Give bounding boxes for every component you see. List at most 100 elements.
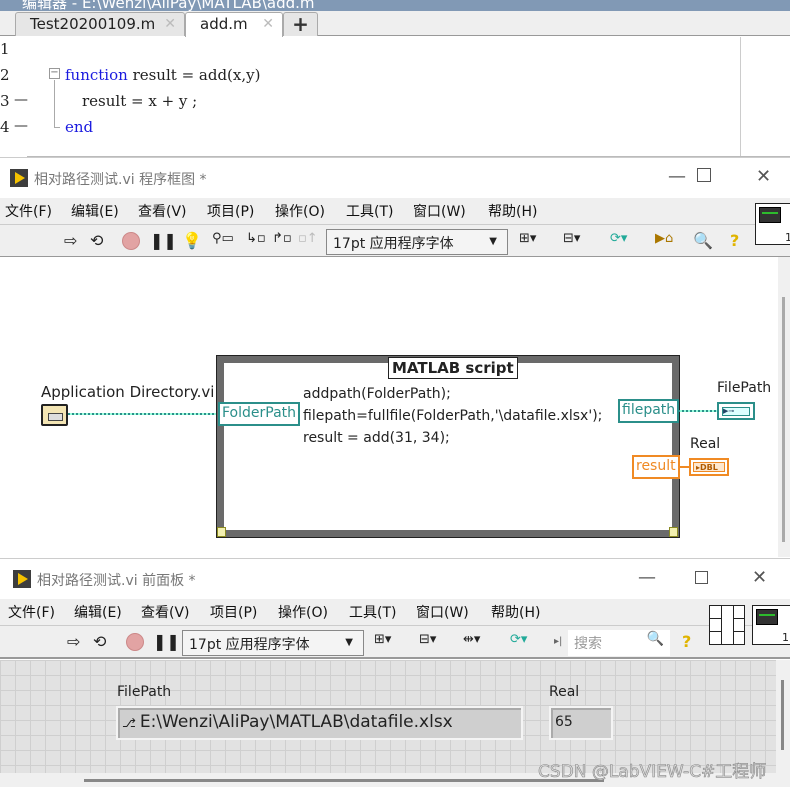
close-button[interactable]: ✕: [752, 567, 767, 588]
minimize-button[interactable]: —: [638, 567, 656, 588]
help-icon[interactable]: ?: [730, 231, 739, 250]
code-line-2: function result = add(x,y): [65, 66, 261, 84]
labview-icon: [13, 570, 31, 588]
menu-window[interactable]: 窗口(W): [416, 602, 469, 622]
menu-project[interactable]: 项目(P): [210, 602, 257, 622]
search-input[interactable]: 搜索 🔍: [568, 630, 670, 656]
bd-toolbar: ⇨ ⟲ ❚❚ 💡 ⚲▭ ↳▫ ↱▫ ▫↑ 17pt 应用程序字体 ▼ ⊞▾ ⊟▾ …: [0, 224, 790, 258]
menu-help[interactable]: 帮助(H): [491, 602, 540, 622]
distribute-objects-icon[interactable]: ⊟▾: [419, 632, 436, 647]
search-icon[interactable]: 🔍: [693, 231, 713, 250]
run-continuously-icon[interactable]: ⟲: [93, 632, 106, 651]
retain-wire-values-icon[interactable]: ⚲▭: [212, 231, 234, 246]
menu-help[interactable]: 帮助(H): [488, 201, 537, 221]
vi-icon[interactable]: 1: [755, 203, 790, 245]
resize-objects-icon[interactable]: ⇹▾: [463, 632, 480, 647]
run-arrow-icon[interactable]: ⇨: [64, 231, 77, 250]
cleanup-diagram-icon[interactable]: ▶⌂: [655, 231, 673, 246]
minimize-button[interactable]: —: [668, 166, 686, 187]
close-button[interactable]: ✕: [756, 166, 771, 187]
search-expand-icon[interactable]: ▸|: [554, 636, 562, 647]
menu-tools[interactable]: 工具(T): [349, 602, 396, 622]
wire-filepath[interactable]: [678, 410, 718, 412]
editor-divider: [740, 37, 741, 156]
front-panel-window: 相对路径测试.vi 前面板 * — ✕ 文件(F) 编辑(E) 查看(V) 项目…: [0, 558, 790, 787]
real-indicator-terminal[interactable]: ▸DBL: [689, 458, 729, 476]
fold-toggle-icon[interactable]: −: [49, 68, 60, 79]
font-selector[interactable]: 17pt 应用程序字体 ▼: [182, 630, 364, 656]
highlight-execution-icon[interactable]: 💡: [182, 231, 202, 250]
real-indicator[interactable]: 65: [549, 706, 613, 740]
fp-title: 相对路径测试.vi 前面板 *: [37, 573, 196, 589]
app-directory-label: Application Directory.vi: [41, 383, 215, 401]
breakpoint-marker[interactable]: —: [14, 92, 28, 108]
code-line-4: end: [65, 118, 94, 136]
vi-icon[interactable]: 1: [752, 605, 790, 645]
pause-icon[interactable]: ❚❚: [150, 231, 177, 250]
new-tab-button[interactable]: +: [283, 12, 318, 36]
filepath-indicator-terminal[interactable]: ▶⊸: [717, 402, 755, 420]
align-objects-icon[interactable]: ⊞▾: [374, 632, 391, 647]
filepath-indicator[interactable]: ⎇ E:\Wenzi\AliPay\MATLAB\datafile.xlsx: [116, 706, 523, 740]
menu-tools[interactable]: 工具(T): [346, 201, 393, 221]
menu-operate[interactable]: 操作(O): [278, 602, 328, 622]
menu-operate[interactable]: 操作(O): [275, 201, 325, 221]
line-number: 1: [0, 40, 10, 58]
close-icon[interactable]: ✕: [164, 16, 176, 32]
script-line[interactable]: addpath(FolderPath);: [303, 386, 451, 402]
script-line[interactable]: result = add(31, 34);: [303, 430, 450, 446]
bd-titlebar: 相对路径测试.vi 程序框图 * — ✕: [0, 158, 790, 198]
filepath-label: FilePath: [117, 684, 172, 700]
search-icon: 🔍: [646, 631, 664, 647]
output-terminal-filepath[interactable]: filepath: [618, 399, 680, 423]
folder-icon[interactable]: [41, 404, 68, 426]
menu-project[interactable]: 项目(P): [207, 201, 254, 221]
code-editor[interactable]: 1 2 3 — 4 — − function result = add(x,y)…: [0, 37, 790, 157]
line-number: 2: [0, 66, 10, 84]
tab-test20200109[interactable]: Test20200109.m ✕: [15, 12, 185, 36]
menu-file[interactable]: 文件(F): [8, 602, 55, 622]
menu-edit[interactable]: 编辑(E): [71, 201, 119, 221]
menu-file[interactable]: 文件(F): [5, 201, 52, 221]
step-into-icon[interactable]: ↳▫: [246, 231, 266, 246]
abort-icon[interactable]: [126, 633, 144, 655]
pause-icon[interactable]: ❚❚: [153, 632, 180, 651]
wire-folderpath[interactable]: [68, 413, 219, 415]
maximize-button[interactable]: [697, 168, 711, 182]
menu-view[interactable]: 查看(V): [138, 201, 187, 221]
fold-line: [54, 80, 55, 128]
menu-view[interactable]: 查看(V): [141, 602, 190, 622]
step-over-icon[interactable]: ↱▫: [272, 231, 292, 246]
connector-pane[interactable]: [709, 605, 745, 645]
matlab-tabstrip: Test20200109.m ✕ add.m ✕ +: [0, 11, 790, 37]
run-continuously-icon[interactable]: ⟲: [90, 231, 103, 250]
maximize-button[interactable]: [695, 571, 708, 584]
menu-window[interactable]: 窗口(W): [413, 201, 466, 221]
distribute-objects-icon[interactable]: ⊟▾: [563, 231, 580, 246]
bd-vertical-scrollbar[interactable]: [778, 257, 790, 557]
align-objects-icon[interactable]: ⊞▾: [519, 231, 536, 246]
tab-add-m[interactable]: add.m ✕: [185, 12, 283, 37]
breakpoint-marker[interactable]: —: [14, 118, 28, 134]
reorder-icon[interactable]: ⟳▾: [510, 632, 527, 647]
output-terminal-result[interactable]: result: [632, 455, 680, 479]
script-line[interactable]: filepath=fullfile(FolderPath,'\datafile.…: [303, 408, 602, 424]
font-selector[interactable]: 17pt 应用程序字体 ▼: [326, 229, 508, 255]
matlab-script-node[interactable]: [216, 355, 680, 538]
reorder-icon[interactable]: ⟳▾: [610, 231, 627, 246]
close-icon[interactable]: ✕: [262, 16, 274, 32]
fp-menubar: 文件(F) 编辑(E) 查看(V) 项目(P) 操作(O) 工具(T) 窗口(W…: [0, 599, 790, 625]
help-icon[interactable]: ?: [682, 632, 691, 651]
fp-vertical-scrollbar[interactable]: [776, 660, 790, 787]
step-out-icon[interactable]: ▫↑: [298, 231, 318, 246]
labview-icon: [10, 169, 28, 187]
chevron-down-icon: ▼: [489, 236, 497, 247]
input-terminal-folderpath[interactable]: FolderPath: [218, 402, 301, 426]
code-line-3: result = x + y ;: [82, 92, 198, 110]
line-number: 3: [0, 92, 10, 110]
menu-edit[interactable]: 编辑(E): [74, 602, 122, 622]
abort-icon[interactable]: [122, 232, 140, 254]
watermark: CSDN @LabVIEW-C#工程师: [538, 762, 767, 783]
run-arrow-icon[interactable]: ⇨: [67, 632, 80, 651]
chevron-down-icon: ▼: [345, 637, 353, 648]
